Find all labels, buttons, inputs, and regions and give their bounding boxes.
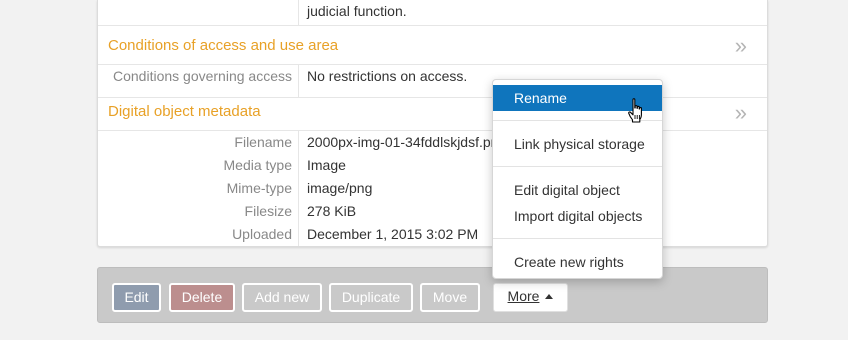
field-value-filename: 2000px-img-01-34fddlskjdsf.png (307, 134, 507, 150)
menu-item-create-new-rights[interactable]: Create new rights (493, 249, 662, 275)
field-label-uploaded: Uploaded (232, 226, 292, 242)
delete-button[interactable]: Delete (169, 283, 235, 312)
move-button[interactable]: Move (420, 283, 480, 312)
column-divider (298, 0, 299, 25)
menu-divider (493, 238, 662, 239)
divider (98, 25, 767, 26)
field-label: Conditions governing access (113, 68, 292, 84)
field-label-mime-type: Mime-type (226, 180, 292, 196)
menu-divider (493, 166, 662, 167)
field-label-filename: Filename (234, 134, 292, 150)
edit-button[interactable]: Edit (112, 283, 161, 312)
field-label-filesize: Filesize (244, 203, 292, 219)
caret-up-icon (545, 294, 554, 299)
double-chevron-right-icon[interactable]: » (735, 102, 747, 124)
menu-item-import-digital-objects[interactable]: Import digital objects (493, 203, 662, 229)
prev-field-value: judicial function. (307, 3, 407, 19)
column-divider (298, 130, 299, 246)
field-value-media-type: Image (307, 157, 346, 173)
section-title-access[interactable]: Conditions of access and use area (108, 37, 338, 54)
menu-item-edit-digital-object[interactable]: Edit digital object (493, 177, 662, 203)
hand-pointer-icon (628, 98, 642, 123)
section-title-digital-object[interactable]: Digital object metadata (108, 103, 261, 120)
double-chevron-right-icon[interactable]: » (735, 35, 747, 57)
add-new-button[interactable]: Add new (242, 283, 322, 312)
more-button[interactable]: More (493, 283, 568, 312)
field-value-uploaded: December 1, 2015 3:02 PM (307, 226, 479, 242)
column-divider (298, 64, 299, 98)
divider (98, 130, 767, 131)
duplicate-button[interactable]: Duplicate (329, 283, 413, 312)
divider (98, 64, 767, 65)
divider (98, 97, 767, 98)
action-bar: Edit Delete Add new Duplicate Move More (97, 267, 768, 323)
record-panel: judicial function. Conditions of access … (97, 0, 768, 247)
field-value: No restrictions on access. (307, 68, 468, 84)
field-label-media-type: Media type (223, 157, 292, 173)
field-value-filesize: 278 KiB (307, 203, 357, 219)
field-value-mime-type: image/png (307, 180, 373, 196)
more-button-label: More (507, 288, 540, 304)
menu-item-link-physical-storage[interactable]: Link physical storage (493, 131, 662, 157)
